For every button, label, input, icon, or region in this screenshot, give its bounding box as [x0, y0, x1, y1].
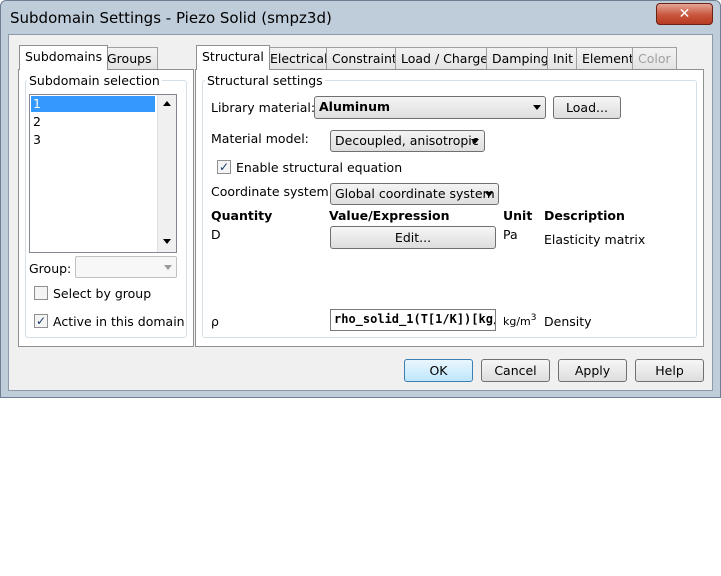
description-density: Density	[544, 314, 592, 329]
load-button[interactable]: Load...	[553, 96, 621, 119]
list-item[interactable]: 3	[33, 132, 41, 147]
unit-exponent: 3	[530, 313, 537, 323]
list-item-label: 1	[33, 96, 41, 111]
tab-label: Init	[553, 51, 573, 66]
column-header-unit: Unit	[503, 208, 533, 223]
close-icon: ✕	[678, 6, 691, 22]
density-input-value: rho_solid_1(T[1/K])[kg/m	[334, 312, 496, 326]
material-model-dropdown[interactable]: Decoupled, anisotropic	[330, 130, 485, 152]
tab-color: Color	[632, 47, 677, 70]
edit-elasticity-button[interactable]: Edit...	[330, 226, 496, 249]
density-input[interactable]: rho_solid_1(T[1/K])[kg/m	[330, 309, 496, 331]
column-header-quantity: Quantity	[211, 208, 273, 223]
checkmark-icon: ✓	[35, 314, 47, 328]
tab-damping[interactable]: Damping	[486, 47, 555, 70]
load-button-label: Load...	[566, 100, 608, 115]
tab-groups-label: Groups	[107, 51, 152, 66]
ok-button[interactable]: OK	[404, 359, 473, 382]
library-material-value: Aluminum	[319, 99, 390, 114]
column-header-value: Value/Expression	[329, 208, 450, 223]
listbox-scrollbar[interactable]	[157, 95, 176, 252]
dialog-window: Subdomain Settings - Piezo Solid (smpz3d…	[0, 0, 721, 398]
unit-base: kg/m	[503, 315, 531, 329]
quantity-rho: ρ	[211, 314, 219, 329]
enable-structural-checkbox[interactable]: ✓	[217, 160, 231, 174]
group-label: Group:	[29, 261, 72, 276]
material-model-value: Decoupled, anisotropic	[335, 133, 479, 148]
tab-load-charge[interactable]: Load / Charge	[395, 47, 494, 70]
active-in-domain-label: Active in this domain	[53, 314, 185, 329]
tab-subdomains-label: Subdomains	[25, 49, 103, 64]
tab-label: Element	[582, 51, 634, 66]
tab-label: Color	[638, 51, 671, 66]
quantity-d: D	[211, 227, 221, 242]
tab-element[interactable]: Element	[576, 47, 640, 70]
coordinate-system-value: Global coordinate system	[335, 186, 495, 201]
cancel-button[interactable]: Cancel	[481, 359, 550, 382]
tab-structural[interactable]: Structural	[196, 45, 270, 70]
description-elasticity: Elasticity matrix	[544, 232, 646, 247]
edit-button-label: Edit...	[394, 230, 432, 245]
group-dropdown[interactable]	[75, 256, 177, 278]
ok-label: OK	[429, 363, 448, 378]
select-by-group-checkbox[interactable]	[34, 286, 48, 300]
material-model-label: Material model:	[211, 131, 309, 146]
library-material-dropdown[interactable]: Aluminum	[314, 96, 546, 119]
chevron-down-icon	[164, 265, 172, 270]
list-item-label: 2	[33, 114, 41, 129]
structural-panel: Structural settings Library material: Al…	[195, 69, 704, 347]
unit-pa: Pa	[503, 227, 518, 242]
tab-subdomains[interactable]: Subdomains	[19, 45, 109, 70]
library-material-label: Library material:	[211, 100, 316, 115]
coordinate-system-label: Coordinate system:	[211, 184, 333, 199]
help-button[interactable]: Help	[635, 359, 704, 382]
tab-label: Damping	[492, 51, 549, 66]
window-title: Subdomain Settings - Piezo Solid (smpz3d…	[10, 9, 332, 27]
scroll-up-icon[interactable]	[163, 101, 171, 106]
select-by-group-label: Select by group	[53, 286, 152, 301]
coordinate-system-dropdown[interactable]: Global coordinate system	[330, 183, 499, 205]
tab-groups[interactable]: Groups	[101, 47, 158, 70]
apply-label: Apply	[574, 363, 611, 378]
list-item-selected[interactable]: 1	[31, 96, 155, 112]
active-in-domain-checkbox[interactable]: ✓	[34, 314, 48, 328]
tab-label: Electrical	[270, 51, 328, 66]
scroll-down-icon[interactable]	[163, 239, 171, 244]
structural-settings-label: Structural settings	[205, 73, 325, 88]
unit-density: kg/m3	[503, 313, 537, 328]
close-button[interactable]: ✕	[656, 3, 713, 25]
cancel-label: Cancel	[494, 363, 537, 378]
subdomain-selection-label: Subdomain selection	[27, 73, 162, 88]
column-header-description: Description	[544, 208, 625, 223]
tab-init[interactable]: Init	[547, 47, 579, 70]
help-label: Help	[655, 363, 684, 378]
checkmark-icon: ✓	[218, 160, 230, 174]
list-item-label: 3	[33, 132, 41, 147]
apply-button[interactable]: Apply	[558, 359, 627, 382]
chevron-down-icon	[533, 105, 541, 110]
dialog-client-area: Subdomains Groups Subdomain selection 1 …	[8, 34, 713, 391]
tab-label: Load / Charge	[401, 51, 488, 66]
chevron-down-icon	[471, 139, 479, 144]
tab-label: Constraint	[332, 51, 397, 66]
subdomain-listbox[interactable]: 1 2 3	[29, 94, 177, 253]
title-bar[interactable]: Subdomain Settings - Piezo Solid (smpz3d…	[1, 1, 720, 35]
tab-constraint[interactable]: Constraint	[326, 47, 403, 70]
chevron-down-icon	[485, 192, 493, 197]
tab-label: Structural	[202, 49, 264, 64]
enable-structural-label: Enable structural equation	[236, 160, 403, 175]
list-item[interactable]: 2	[33, 114, 41, 129]
subdomains-panel: Subdomain selection 1 2 3 Group: Select …	[18, 69, 194, 347]
tab-electrical[interactable]: Electrical	[264, 47, 334, 70]
